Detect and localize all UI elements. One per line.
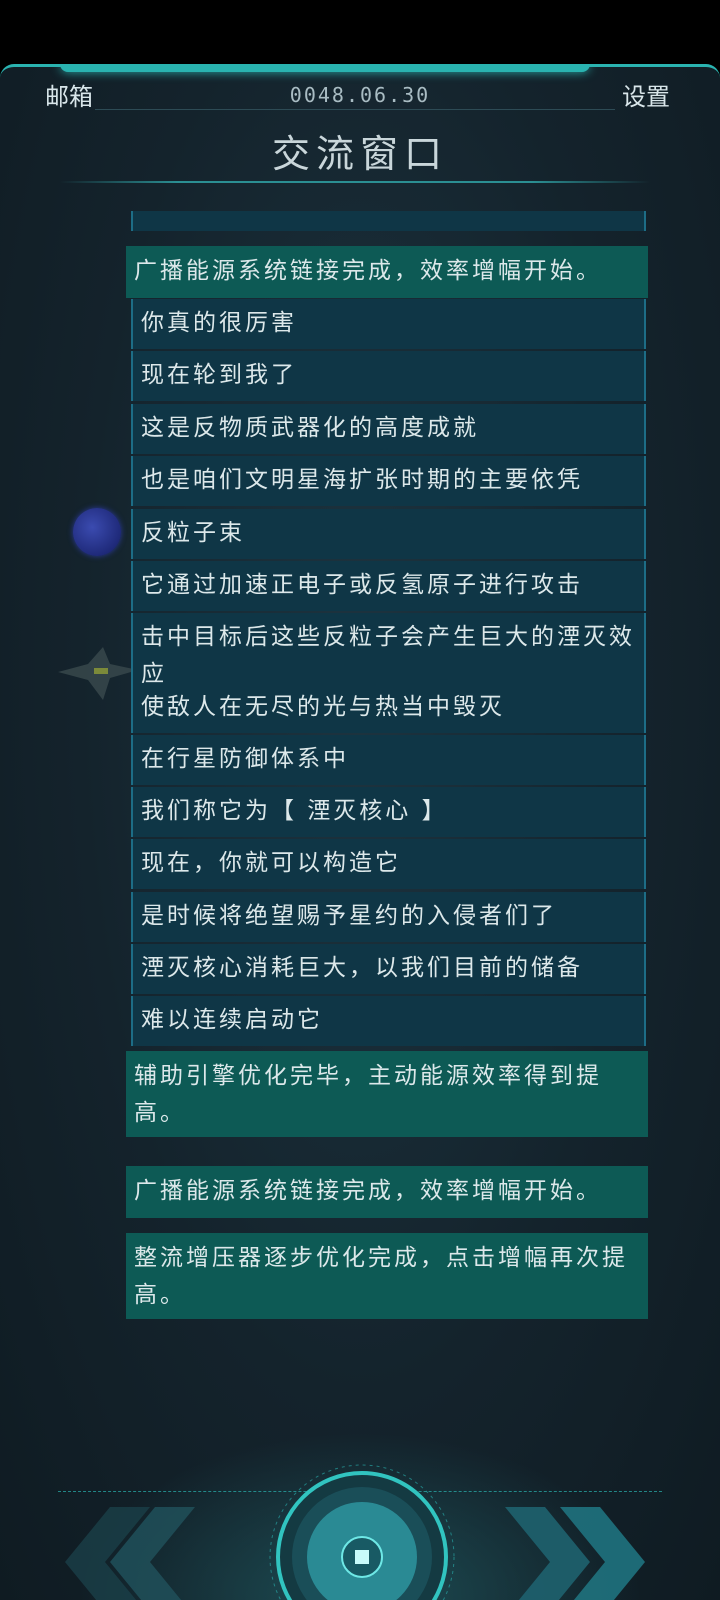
dialog-message-cropped bbox=[131, 211, 646, 231]
system-message: 辅助引擎优化完毕，主动能源效率得到提高。 bbox=[126, 1051, 648, 1137]
double-chevron-left-icon[interactable] bbox=[65, 1507, 215, 1600]
dialog-message: 难以连续启动它 bbox=[131, 996, 646, 1046]
page-title: 交流窗口 bbox=[271, 132, 448, 176]
dialog-message: 这是反物质武器化的高度成就 bbox=[131, 404, 646, 454]
dialog-message: 它通过加速正电子或反氢原子进行攻击 bbox=[131, 561, 646, 611]
dialog-message: 在行星防御体系中 bbox=[131, 735, 646, 785]
message-list[interactable]: 广播能源系统链接完成，效率增幅开始。 你真的很厉害 现在轮到我了 这是反物质武器化的高… bbox=[0, 211, 720, 1411]
dialog-message: 湮灭核心消耗巨大，以我们目前的储备 bbox=[131, 944, 646, 994]
dialog-message: 反粒子束 bbox=[131, 509, 646, 559]
dialog-message: 现在，你就可以构造它 bbox=[131, 839, 646, 889]
system-message: 整流增压器逐步优化完成，点击增幅再次提高。 bbox=[126, 1233, 648, 1319]
dialog-message: 我们称它为【 湮灭核心 】 bbox=[131, 787, 646, 837]
settings-button[interactable]: 设置 bbox=[622, 77, 670, 112]
system-message: 广播能源系统链接完成，效率增幅开始。 bbox=[126, 1166, 648, 1218]
core-button-icon[interactable] bbox=[267, 1462, 457, 1600]
double-chevron-right-icon[interactable] bbox=[505, 1507, 655, 1600]
game-panel: 邮箱 0048.06.30 设置 交流窗口 广播能源系统链接完成，效率增幅开始。… bbox=[0, 64, 720, 1600]
title-divider bbox=[60, 181, 650, 183]
dialog-message: 是时候将绝望赐予星约的入侵者们了 bbox=[131, 892, 646, 942]
dialog-message: 现在轮到我了 bbox=[131, 351, 646, 401]
game-date: 0048.06.30 bbox=[289, 83, 431, 107]
status-bar bbox=[0, 0, 720, 64]
dialog-message: 使敌人在无尽的光与热当中毁灭 bbox=[131, 683, 646, 733]
dialog-message: 也是咱们文明星海扩张时期的主要依凭 bbox=[131, 456, 646, 506]
system-message: 广播能源系统链接完成，效率增幅开始。 bbox=[126, 246, 648, 298]
header-divider bbox=[95, 109, 615, 110]
top-accent-bar bbox=[60, 67, 590, 72]
header: 邮箱 0048.06.30 设置 bbox=[0, 73, 720, 113]
dialog-message: 你真的很厉害 bbox=[131, 299, 646, 349]
